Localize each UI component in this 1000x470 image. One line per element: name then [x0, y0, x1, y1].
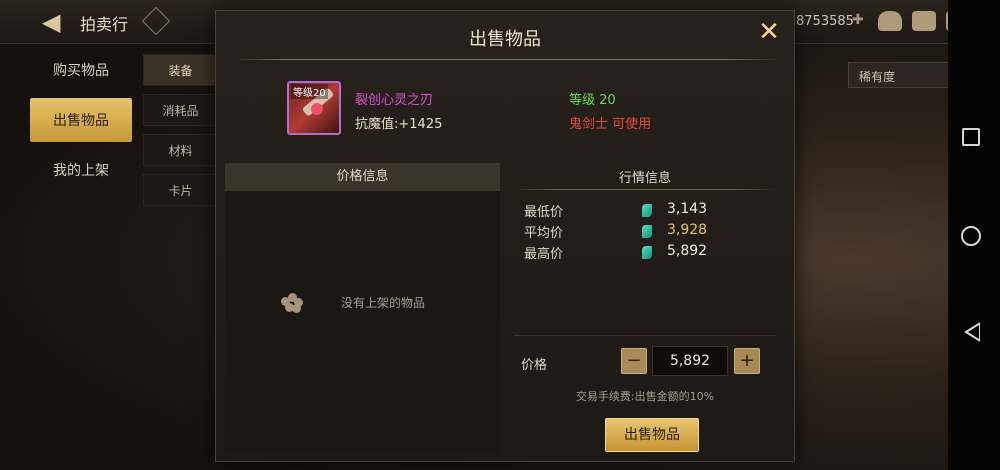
item-stat: 抗魔值:+1425 — [355, 117, 443, 132]
add-currency-icon[interactable]: ✚ — [852, 12, 864, 28]
nav-buy-items[interactable]: 购买物品 — [30, 48, 132, 92]
sell-item-dialog: 出售物品 ✕ 等级20 裂创心灵之刃 抗魔值:+1425 等级 20 鬼剑士 可… — [215, 10, 795, 462]
market-stats: 最低价 3,143 平均价 3,928 最高价 5,892 — [524, 201, 744, 264]
mail-icon[interactable] — [912, 11, 936, 31]
stat-label: 平均价 — [524, 226, 564, 241]
market-info-title: 行情信息 — [618, 171, 671, 186]
back-icon[interactable] — [964, 322, 980, 342]
bag-icon[interactable] — [878, 11, 902, 31]
subnav-consumables[interactable]: 消耗品 — [143, 94, 218, 126]
price-info-panel: 价格信息 没有上架的物品 — [225, 163, 500, 453]
nav-sell-items[interactable]: 出售物品 — [30, 98, 132, 142]
price-label: 价格 — [521, 358, 548, 373]
stat-value: 3,143 — [667, 201, 708, 217]
increase-price-button[interactable]: + — [734, 348, 760, 374]
stat-value: 3,928 — [667, 222, 708, 238]
price-input[interactable]: 5,892 — [652, 346, 728, 376]
dialog-title: 出售物品 — [469, 29, 541, 50]
back-arrow-icon[interactable]: ◀ — [42, 8, 70, 36]
diamond-icon — [141, 6, 171, 36]
decrease-price-button[interactable]: − — [621, 348, 647, 374]
gem-currency-icon — [642, 225, 652, 238]
gem-currency-icon — [642, 204, 652, 217]
item-name: 裂创心灵之刃 — [355, 93, 434, 108]
stat-row-avg: 平均价 3,928 — [524, 222, 744, 243]
stat-value: 5,892 — [667, 243, 708, 259]
empty-listing-text: 没有上架的物品 — [341, 296, 426, 310]
subnav-cards[interactable]: 卡片 — [143, 174, 218, 206]
android-nav-bar — [948, 0, 1000, 470]
item-gem-icon — [311, 103, 323, 115]
stat-label: 最低价 — [524, 205, 564, 220]
class-restriction: 鬼剑士 可使用 — [569, 117, 652, 132]
home-icon[interactable] — [961, 226, 981, 246]
subnav-materials[interactable]: 材料 — [143, 134, 218, 166]
stat-label: 最高价 — [524, 247, 564, 262]
required-level: 等级 20 — [569, 93, 616, 108]
empty-box-icon — [281, 293, 303, 313]
close-icon[interactable]: ✕ — [754, 17, 784, 47]
divider — [514, 335, 776, 336]
sub-nav: 装备 消耗品 材料 卡片 — [143, 54, 218, 214]
divider — [232, 59, 780, 60]
divider — [514, 189, 776, 190]
price-info-title: 价格信息 — [225, 163, 500, 191]
recent-apps-icon[interactable] — [962, 128, 980, 146]
rarity-label: 稀有度 — [859, 70, 896, 84]
stat-row-min: 最低价 3,143 — [524, 201, 744, 222]
level-badge: 等级20 — [291, 84, 328, 99]
nav-my-listings[interactable]: 我的上架 — [30, 148, 132, 192]
sell-item-button[interactable]: 出售物品 — [605, 418, 699, 452]
item-thumbnail[interactable]: 等级20 — [287, 81, 341, 135]
currency-amount: 8753585 — [796, 14, 854, 29]
subnav-equipment[interactable]: 装备 — [143, 54, 218, 86]
stat-row-max: 最高价 5,892 — [524, 243, 744, 264]
fee-text: 交易手续费:出售金额的10% — [575, 390, 715, 403]
left-nav: 购买物品 出售物品 我的上架 — [30, 48, 132, 198]
gem-currency-icon — [642, 246, 652, 259]
page-title: 拍卖行 — [80, 15, 129, 34]
